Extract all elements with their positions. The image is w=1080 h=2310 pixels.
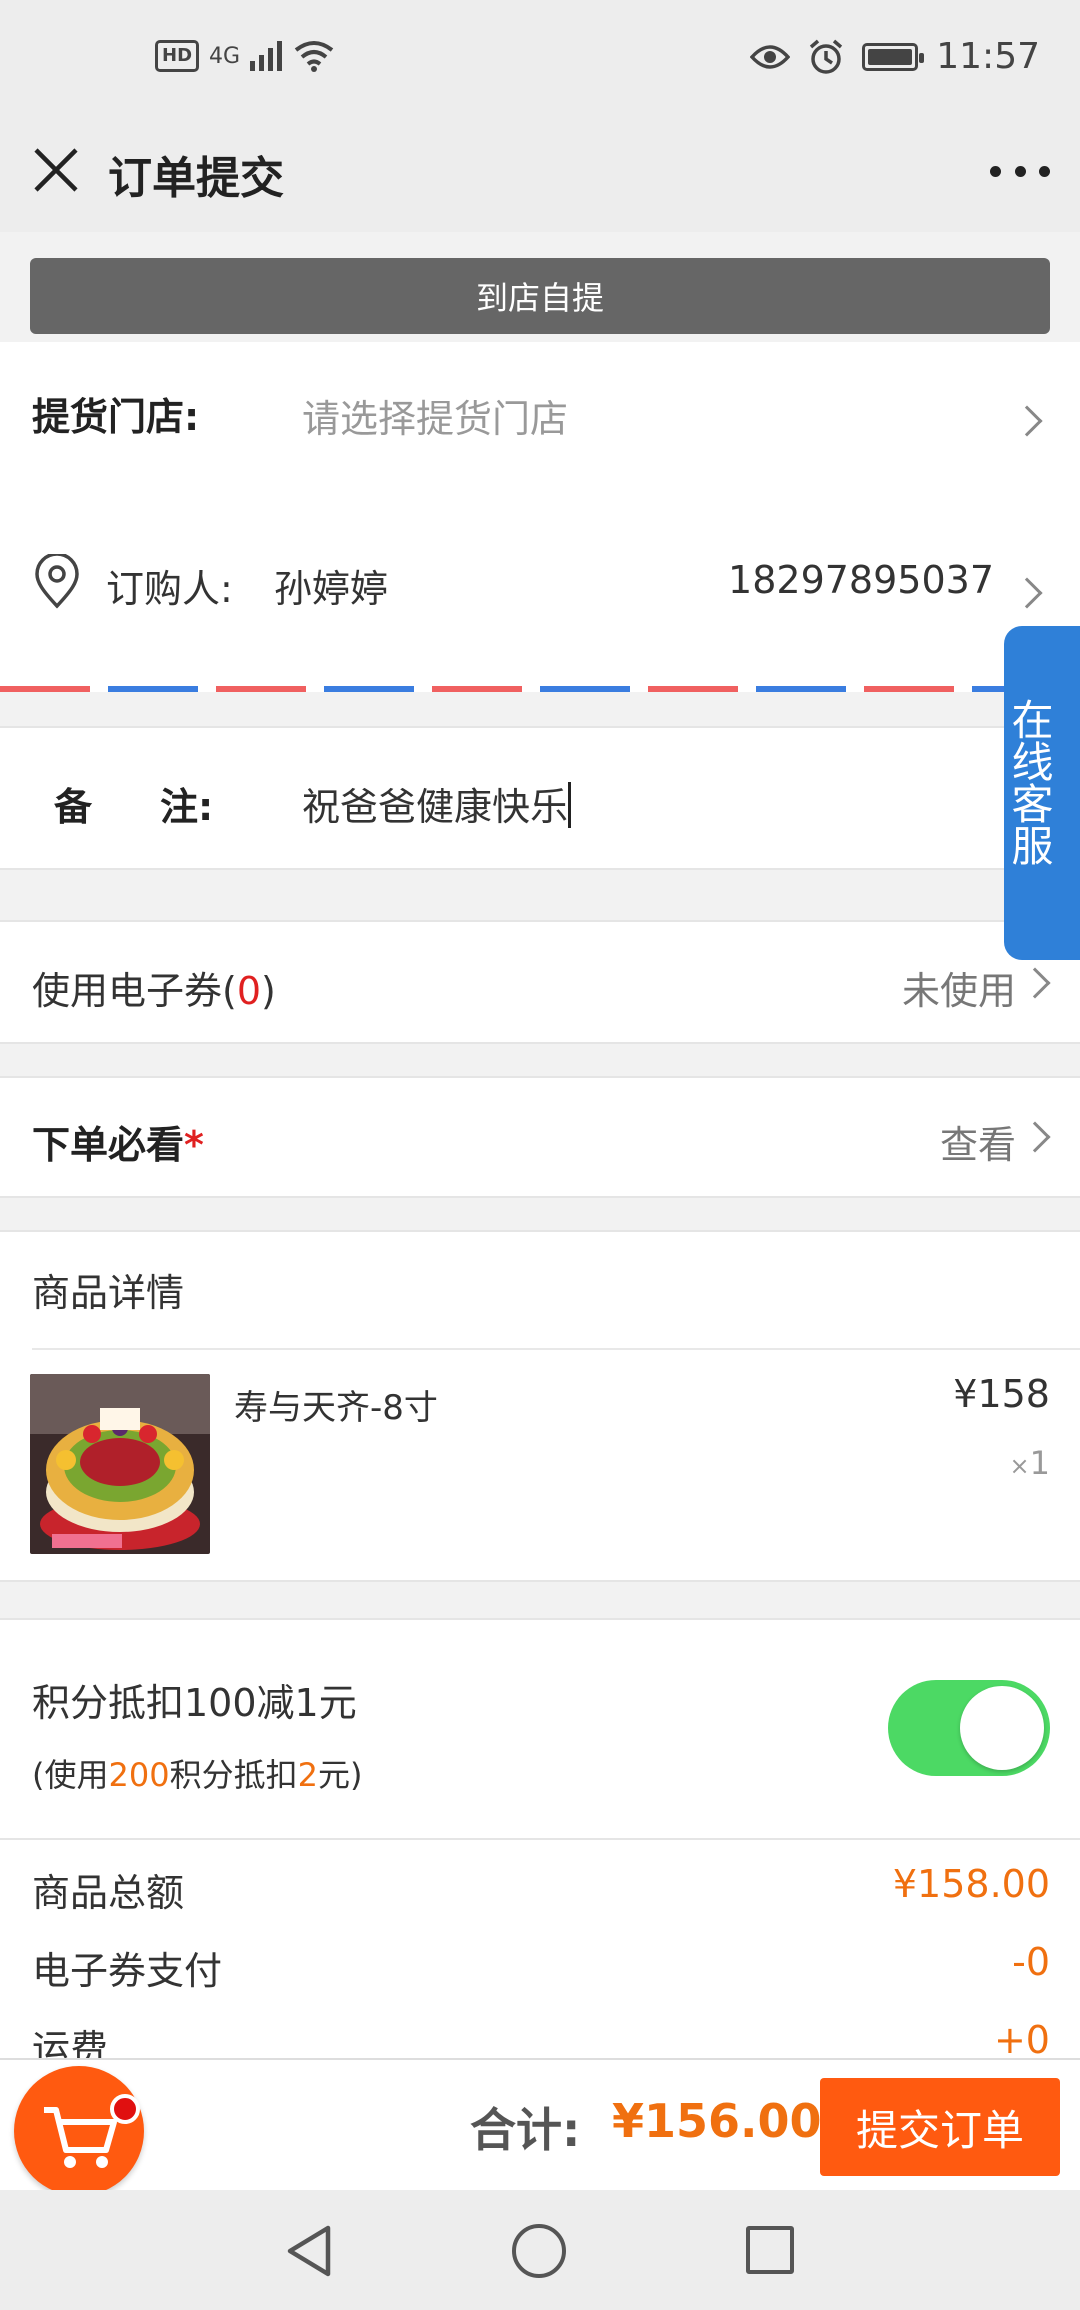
goods-section-title: 商品详情 <box>32 1271 185 1315</box>
location-pin-icon <box>35 554 79 609</box>
hd-icon: HD <box>155 40 200 72</box>
cart-button[interactable] <box>14 2066 144 2196</box>
buyer-label: 订购人: <box>106 567 233 611</box>
chevron-right-icon <box>1019 967 1051 999</box>
must-read-action: 查看 <box>939 1123 1016 1167</box>
buyer-phone: 18297895037 <box>728 558 994 602</box>
coupon-row[interactable]: 使用电子券(0) 未使用 <box>0 920 1080 1044</box>
toggle-knob <box>960 1686 1044 1770</box>
note-label: 备注: <box>54 785 214 829</box>
summary-label: 电子券支付 <box>32 1949 223 1993</box>
total-label: 合计: <box>470 2103 581 2157</box>
store-placeholder: 请选择提货门店 <box>302 397 569 441</box>
points-title: 积分抵扣100减1元 <box>32 1681 357 1725</box>
points-subtitle: (使用200积分抵扣2元) <box>32 1756 363 1794</box>
summary-value: +0 <box>993 2018 1050 2058</box>
goods-name: 寿与天齐-8寸 <box>234 1388 438 1428</box>
status-right: 11:57 <box>750 36 1040 77</box>
order-content[interactable]: 到店自提 提货门店: 请选择提货门店 订购人: 孙婷婷 18297895037 … <box>0 232 1080 2058</box>
more-options-icon[interactable] <box>990 156 1050 186</box>
summary-value: ¥158.00 <box>892 1862 1050 1906</box>
coupon-status: 未使用 <box>901 969 1016 1013</box>
eye-icon <box>750 44 791 69</box>
airmail-divider <box>0 686 1080 692</box>
summary-label: 运费 <box>32 2027 109 2058</box>
goods-section: 商品详情 寿与天齐-8寸 ¥158 ×1 <box>0 1230 1080 1582</box>
signal-icon <box>250 41 283 71</box>
customer-service-tab[interactable]: 在线客服 <box>1004 626 1080 960</box>
pickup-mode-button[interactable]: 到店自提 <box>30 258 1050 334</box>
page-title: 订单提交 <box>108 153 284 204</box>
status-bar: HD 4G 11:57 <box>0 0 1080 120</box>
recent-apps-icon[interactable] <box>746 2226 794 2274</box>
cart-icon <box>44 2107 117 2168</box>
buyer-row[interactable]: 订购人: 孙婷婷 18297895037 <box>0 482 1080 692</box>
must-read-label: 下单必看* <box>32 1123 204 1167</box>
alarm-icon <box>810 39 843 74</box>
coupon-label: 使用电子券(0) <box>32 969 276 1013</box>
cart-badge <box>110 2094 140 2124</box>
points-section: 积分抵扣100减1元 (使用200积分抵扣2元) <box>0 1618 1080 1838</box>
store-label: 提货门店: <box>32 395 200 439</box>
goods-price: ¥158 <box>953 1372 1050 1416</box>
submit-order-button[interactable]: 提交订单 <box>820 2078 1060 2176</box>
text-caret <box>568 782 572 828</box>
chevron-right-icon <box>1019 1121 1051 1153</box>
must-read-row[interactable]: 下单必看* 查看 <box>0 1076 1080 1198</box>
summary-row: 商品总额 ¥158.00 <box>0 1862 1080 1922</box>
note-input[interactable]: 祝爸爸健康快乐 <box>302 776 572 831</box>
divider <box>32 1348 1080 1350</box>
price-summary: 商品总额 ¥158.00 电子券支付 -0 运费 +0 <box>0 1838 1080 2058</box>
buyer-name: 孙婷婷 <box>274 567 389 611</box>
chevron-right-icon <box>1011 405 1043 437</box>
note-row: 备注: 祝爸爸健康快乐 <box>0 726 1080 870</box>
battery-icon <box>862 42 925 71</box>
wifi-icon <box>294 41 334 72</box>
home-circle-icon[interactable] <box>512 2224 566 2278</box>
summary-row: 电子券支付 -0 <box>0 1940 1080 2000</box>
summary-row: 运费 +0 <box>0 2018 1080 2058</box>
network-label: 4G <box>209 43 241 69</box>
summary-value: -0 <box>1012 1940 1050 1984</box>
total-amount: ¥156.00 <box>612 2094 822 2148</box>
summary-label: 商品总额 <box>32 1871 185 1915</box>
back-triangle-icon[interactable] <box>284 2224 334 2278</box>
system-nav-bar <box>0 2190 1080 2310</box>
close-icon[interactable] <box>28 142 84 198</box>
pickup-store-row[interactable]: 提货门店: 请选择提货门店 <box>0 342 1080 482</box>
checkout-bar: 合计: ¥156.00 提交订单 <box>0 2058 1080 2196</box>
goods-quantity: ×1 <box>1009 1444 1050 1482</box>
points-toggle[interactable] <box>888 1680 1050 1776</box>
cake-thumbnail[interactable] <box>30 1374 210 1554</box>
status-left: HD 4G <box>155 40 334 72</box>
title-bar: 订单提交 <box>0 120 1080 232</box>
clock: 11:57 <box>936 36 1040 77</box>
chevron-right-icon <box>1011 577 1043 609</box>
